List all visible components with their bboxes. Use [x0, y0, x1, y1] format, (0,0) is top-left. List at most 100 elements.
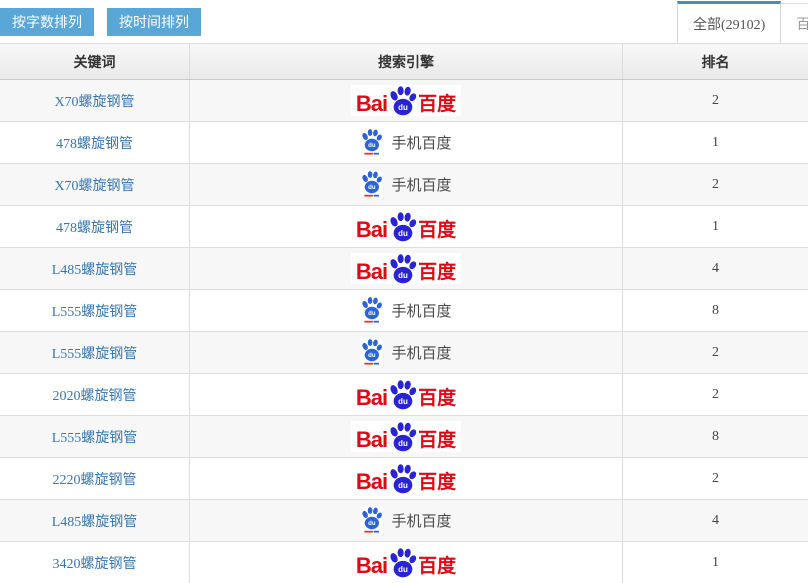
- keyword-link[interactable]: 478螺旋钢管: [56, 133, 133, 153]
- baidu-paw-icon: du: [388, 212, 417, 242]
- mobile-baidu-label: 手机百度: [391, 174, 451, 195]
- baidu-bai-text: Bai: [356, 93, 387, 115]
- engine-cell: Bai du 百度: [190, 374, 623, 415]
- rank-cell: 8: [623, 290, 808, 331]
- mobile-baidu-paw-icon: du: [360, 129, 383, 156]
- mobile-baidu: du 手机百度: [360, 339, 451, 366]
- mobile-du-text: du: [369, 185, 377, 191]
- tab-all[interactable]: 全部(29102): [677, 1, 781, 43]
- keyword-cell: 3420螺旋钢管: [0, 542, 190, 583]
- baidu-logo: Bai du 百度: [351, 379, 461, 410]
- baidu-paw-icon: du: [388, 422, 417, 452]
- sort-by-words-button[interactable]: 按字数排列: [0, 8, 94, 36]
- rank-cell: 2: [623, 458, 808, 499]
- keyword-link[interactable]: L555螺旋钢管: [52, 343, 138, 363]
- mobile-baidu: du 手机百度: [360, 171, 451, 198]
- baidu-bai-text: Bai: [356, 387, 387, 409]
- keyword-link[interactable]: L555螺旋钢管: [52, 301, 138, 321]
- rank-value: 4: [712, 261, 719, 277]
- engine-cell: Bai du 百度: [190, 500, 623, 541]
- header-keyword: 关键词: [0, 44, 190, 79]
- table-row: 2020螺旋钢管 Bai du 百度: [0, 374, 808, 416]
- mobile-baidu-paw-icon: du: [360, 297, 383, 324]
- toolbar: 按字数排列 按时间排列: [0, 8, 201, 36]
- tab-baidu[interactable]: 百度: [781, 3, 808, 43]
- table-row: 478螺旋钢管 Bai du 百度: [0, 206, 808, 248]
- baidu-paw-icon: du: [388, 548, 417, 578]
- table-row: 478螺旋钢管 Bai du 百度: [0, 122, 808, 164]
- engine-cell: Bai du 百度: [190, 332, 623, 373]
- rank-cell: 8: [623, 416, 808, 457]
- keyword-link[interactable]: L485螺旋钢管: [52, 259, 138, 279]
- keyword-link[interactable]: L555螺旋钢管: [52, 427, 138, 447]
- rank-value: 2: [712, 471, 719, 487]
- baidu-cn-text: 百度: [418, 473, 456, 492]
- keyword-cell: X70螺旋钢管: [0, 80, 190, 121]
- baidu-bai-text: Bai: [356, 219, 387, 241]
- baidu-logo: Bai du 百度: [351, 463, 461, 494]
- rank-value: 2: [712, 387, 719, 403]
- baidu-bai-text: Bai: [356, 261, 387, 283]
- keyword-cell: L555螺旋钢管: [0, 290, 190, 331]
- mobile-baidu-paw-icon: du: [360, 339, 383, 366]
- mobile-baidu-label: 手机百度: [391, 300, 451, 321]
- rank-value: 2: [712, 93, 719, 109]
- baidu-du-text: du: [398, 397, 408, 406]
- baidu-du-text: du: [398, 271, 408, 280]
- mobile-du-text: du: [369, 521, 377, 527]
- table-row: 3420螺旋钢管 Bai du 百度: [0, 542, 808, 583]
- rank-cell: 1: [623, 122, 808, 163]
- baidu-logo: Bai du 百度: [351, 547, 461, 578]
- rank-cell: 2: [623, 80, 808, 121]
- rank-value: 1: [712, 555, 719, 571]
- mobile-baidu-paw-icon: du: [360, 171, 383, 198]
- baidu-bai-text: Bai: [356, 555, 387, 577]
- rank-value: 8: [712, 303, 719, 319]
- keyword-link[interactable]: 3420螺旋钢管: [53, 553, 137, 573]
- rank-value: 2: [712, 177, 719, 193]
- engine-cell: Bai du 百度: [190, 164, 623, 205]
- baidu-cn-text: 百度: [418, 431, 456, 450]
- keyword-link[interactable]: L485螺旋钢管: [52, 511, 138, 531]
- keyword-link[interactable]: 2220螺旋钢管: [53, 469, 137, 489]
- baidu-logo: Bai du 百度: [351, 211, 461, 242]
- mobile-baidu: du 手机百度: [360, 297, 451, 324]
- baidu-du-text: du: [398, 565, 408, 574]
- sort-by-time-button[interactable]: 按时间排列: [107, 8, 201, 36]
- keyword-link[interactable]: X70螺旋钢管: [54, 175, 134, 195]
- rank-value: 1: [712, 219, 719, 235]
- page: 按字数排列 按时间排列 全部(29102) 百度 关键词 搜索引擎 排名 X70…: [0, 0, 808, 583]
- table-row: L555螺旋钢管 Bai du 百度: [0, 290, 808, 332]
- rank-cell: 4: [623, 248, 808, 289]
- table-row: X70螺旋钢管 Bai du 百度: [0, 164, 808, 206]
- keyword-link[interactable]: X70螺旋钢管: [54, 91, 134, 111]
- table-row: X70螺旋钢管 Bai du 百度: [0, 80, 808, 122]
- keyword-cell: L555螺旋钢管: [0, 332, 190, 373]
- keyword-cell: 478螺旋钢管: [0, 206, 190, 247]
- baidu-paw-icon: du: [388, 254, 417, 284]
- header-rank: 排名: [623, 44, 808, 79]
- rank-value: 4: [712, 513, 719, 529]
- engine-cell: Bai du 百度: [190, 80, 623, 121]
- keyword-link[interactable]: 2020螺旋钢管: [53, 385, 137, 405]
- baidu-paw-icon: du: [388, 86, 417, 116]
- rank-value: 2: [712, 345, 719, 361]
- keyword-cell: L485螺旋钢管: [0, 248, 190, 289]
- mobile-du-text: du: [369, 143, 377, 149]
- baidu-paw-icon: du: [388, 380, 417, 410]
- table-row: L485螺旋钢管 Bai du 百度: [0, 500, 808, 542]
- keyword-link[interactable]: 478螺旋钢管: [56, 217, 133, 237]
- rank-value: 1: [712, 135, 719, 151]
- keyword-cell: 2220螺旋钢管: [0, 458, 190, 499]
- rank-value: 8: [712, 429, 719, 445]
- table-row: L555螺旋钢管 Bai du 百度: [0, 332, 808, 374]
- table-row: L555螺旋钢管 Bai du 百度: [0, 416, 808, 458]
- keyword-cell: 478螺旋钢管: [0, 122, 190, 163]
- baidu-du-text: du: [398, 103, 408, 112]
- baidu-du-text: du: [398, 439, 408, 448]
- baidu-du-text: du: [398, 481, 408, 490]
- table-row: L485螺旋钢管 Bai du 百度: [0, 248, 808, 290]
- table-row: 2220螺旋钢管 Bai du 百度: [0, 458, 808, 500]
- tab-bar: 全部(29102) 百度: [677, 1, 808, 43]
- keyword-cell: L555螺旋钢管: [0, 416, 190, 457]
